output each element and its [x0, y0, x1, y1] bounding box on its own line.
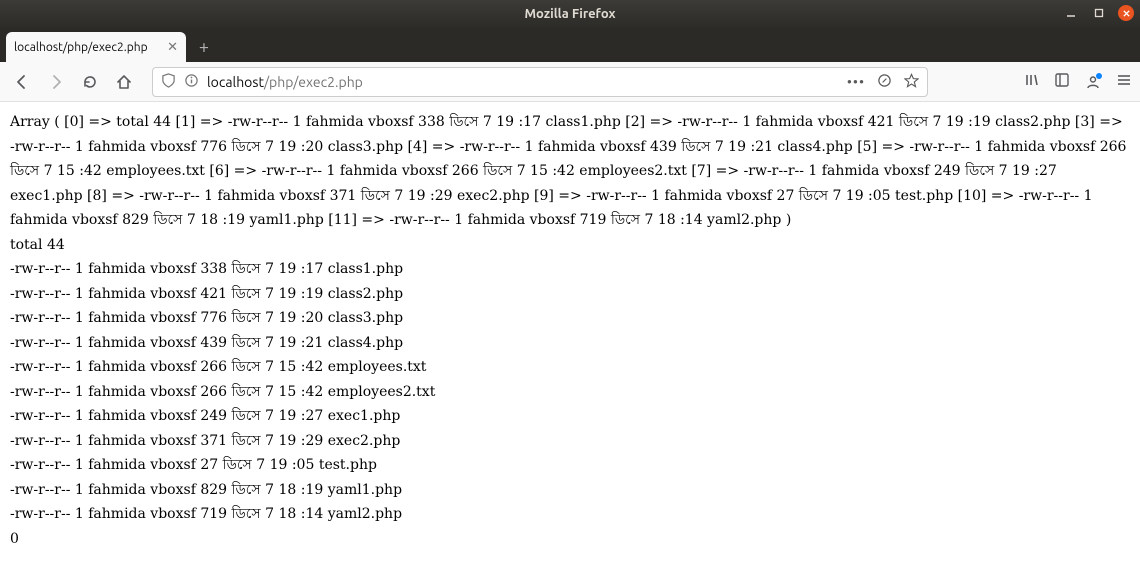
sidebar-icon[interactable]: [1054, 72, 1070, 92]
tab-close-icon[interactable]: ✕: [167, 40, 178, 55]
reader-view-icon[interactable]: [877, 73, 892, 91]
listing-line: -rw-r--r-- 1 fahmida vboxsf 371 ডিসে 7 1…: [10, 429, 1130, 454]
info-icon[interactable]: [184, 73, 199, 91]
page-actions-icon[interactable]: •••: [847, 74, 865, 90]
tab-active[interactable]: localhost/php/exec2.php ✕: [6, 32, 186, 62]
back-button[interactable]: [8, 68, 36, 96]
listing-line: -rw-r--r-- 1 fahmida vboxsf 776 ডিসে 7 1…: [10, 306, 1130, 331]
home-button[interactable]: [110, 68, 138, 96]
tab-label: localhost/php/exec2.php: [14, 41, 148, 54]
page-content: Array ( [0] => total 44 [1] => -rw-r--r-…: [0, 102, 1140, 551]
account-icon[interactable]: [1084, 73, 1102, 91]
maximize-button[interactable]: [1090, 4, 1108, 22]
close-button[interactable]: [1118, 5, 1134, 21]
php-array-dump: Array ( [0] => total 44 [1] => -rw-r--r-…: [10, 110, 1130, 233]
listing-line: -rw-r--r-- 1 fahmida vboxsf 266 ডিসে 7 1…: [10, 355, 1130, 380]
url-bar[interactable]: localhost/php/exec2.php •••: [152, 67, 928, 97]
urlbar-right-icons: •••: [847, 73, 919, 91]
tab-bar: localhost/php/exec2.php ✕ +: [0, 28, 1140, 62]
window-titlebar: Mozilla Firefox: [0, 0, 1140, 28]
window-title: Mozilla Firefox: [524, 7, 615, 21]
url-path: /php/exec2.php: [264, 74, 363, 90]
listing-line: -rw-r--r-- 1 fahmida vboxsf 266 ডিসে 7 1…: [10, 380, 1130, 405]
reload-button[interactable]: [76, 68, 104, 96]
listing-line: total 44: [10, 233, 1130, 258]
listing-line: -rw-r--r-- 1 fahmida vboxsf 249 ডিসে 7 1…: [10, 404, 1130, 429]
listing-line: -rw-r--r-- 1 fahmida vboxsf 719 ডিসে 7 1…: [10, 502, 1130, 527]
shield-icon[interactable]: [161, 73, 176, 91]
url-host: localhost: [207, 74, 264, 90]
minimize-button[interactable]: [1062, 4, 1080, 22]
php-listing-lines: total 44-rw-r--r-- 1 fahmida vboxsf 338 …: [10, 233, 1130, 527]
listing-line: -rw-r--r-- 1 fahmida vboxsf 829 ডিসে 7 1…: [10, 478, 1130, 503]
menu-icon[interactable]: [1116, 72, 1132, 92]
bookmark-star-icon[interactable]: [904, 73, 919, 91]
library-icon[interactable]: [1024, 72, 1040, 92]
toolbar-right: [1024, 72, 1132, 92]
listing-line: -rw-r--r-- 1 fahmida vboxsf 338 ডিসে 7 1…: [10, 257, 1130, 282]
new-tab-button[interactable]: +: [190, 33, 218, 61]
listing-line: -rw-r--r-- 1 fahmida vboxsf 27 ডিসে 7 19…: [10, 453, 1130, 478]
return-value: 0: [10, 527, 1130, 552]
notification-dot-icon: [1096, 73, 1102, 79]
url-text: localhost/php/exec2.php: [207, 74, 839, 90]
forward-button[interactable]: [42, 68, 70, 96]
navigation-toolbar: localhost/php/exec2.php •••: [0, 62, 1140, 102]
listing-line: -rw-r--r-- 1 fahmida vboxsf 439 ডিসে 7 1…: [10, 331, 1130, 356]
listing-line: -rw-r--r-- 1 fahmida vboxsf 421 ডিসে 7 1…: [10, 282, 1130, 307]
window-controls: [1062, 4, 1134, 22]
